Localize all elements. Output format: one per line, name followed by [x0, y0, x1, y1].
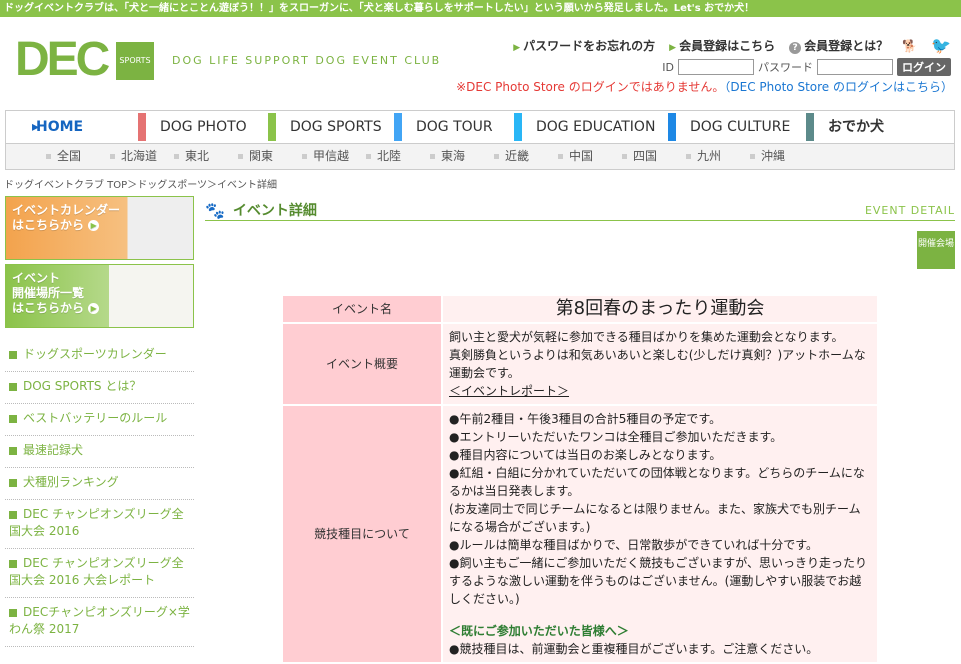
sidebar-menu: ドッグスポーツカレンダー DOG SPORTS とは？ ベストバッテリーのルール…: [5, 340, 194, 647]
dog-icon[interactable]: 🐕: [902, 39, 917, 53]
main-nav: HOME DOG PHOTO DOG SPORTS DOG TOUR DOG E…: [5, 110, 955, 170]
row-label: 競技種目について: [283, 406, 441, 662]
summary-line: 真剣勝負というよりは和気あいあいと楽しむ(少しだけ真剣？)アットホームな運動会で…: [449, 348, 866, 380]
event-report-link[interactable]: ＜イベントレポート＞: [449, 382, 871, 400]
banner-subtitle: はこちらから: [12, 218, 85, 232]
nav-home[interactable]: HOME: [6, 111, 138, 143]
main-content: 🐾 イベント詳細 EVENT DETAIL 開催会場 イベント名 第8回春のまっ…: [205, 200, 955, 662]
sidebar-item[interactable]: 最速記録犬: [5, 436, 194, 468]
region-link[interactable]: 四国: [622, 144, 686, 168]
rule-line: (お友達同士で同じチームになるとは限りません。また、家族犬でも別チームになる場合…: [449, 502, 861, 534]
login-form: ID パスワード ログイン: [662, 58, 951, 76]
rule-line: ●競技種目は、前運動会と重複種目がございます。ご注意ください。: [449, 642, 819, 656]
table-row: イベント名 第8回春のまったり運動会: [283, 296, 877, 322]
arrow-icon: ▶: [88, 220, 100, 231]
banner-title: 開催場所一覧: [12, 286, 85, 300]
row-label: イベント概要: [283, 324, 441, 404]
sidebar-item[interactable]: DECチャンピオンズリーグ×学わん祭 2017: [5, 598, 194, 647]
event-name: 第8回春のまったり運動会: [443, 296, 877, 322]
rule-line: ●ルールは簡単な種目ばかりで、日常散歩ができていれば十分です。: [449, 538, 819, 552]
region-link[interactable]: 九州: [686, 144, 750, 168]
region-link[interactable]: 近畿: [494, 144, 558, 168]
photo-store-login-link[interactable]: （DEC Photo Store のログインはこちら）: [724, 80, 953, 94]
sidebar-item[interactable]: DOG SPORTS とは？: [5, 372, 194, 404]
forgot-password-link[interactable]: パスワードをお忘れの方: [513, 37, 655, 54]
event-calendar-banner[interactable]: イベントカレンダー はこちらから ▶: [5, 196, 194, 260]
rule-line: ●午前2種目・午後3種目の合計5種目の予定です。: [449, 412, 722, 426]
sidebar-item[interactable]: ドッグスポーツカレンダー: [5, 340, 194, 372]
warning-text: ※DEC Photo Store のログインではありません。: [456, 80, 725, 94]
slogan-text: ドッグイベントクラブは、「犬と一緒にとことん遊ぼう！！」をスローガンに、「犬と楽…: [4, 3, 755, 14]
summary-line: 飼い主と愛犬が気軽に参加できる種目ばかりを集めた運動会となります。: [449, 330, 844, 344]
event-table: イベント名 第8回春のまったり運動会 イベント概要 飼い主と愛犬が気軽に参加でき…: [281, 294, 879, 664]
page-title-en: EVENT DETAIL: [864, 203, 955, 217]
region-link[interactable]: 関東: [238, 144, 302, 168]
region-link[interactable]: 東北: [174, 144, 238, 168]
table-row: 競技種目について ●午前2種目・午後3種目の合計5種目の予定です。 ●エントリー…: [283, 406, 877, 662]
region-link[interactable]: 全国: [46, 144, 110, 168]
arrow-icon: ▶: [88, 303, 100, 314]
nav-odekaken[interactable]: おでか犬: [806, 111, 932, 143]
region-link[interactable]: 沖縄: [750, 144, 814, 168]
region-link[interactable]: 北陸: [366, 144, 430, 168]
nav-dog-photo[interactable]: DOG PHOTO: [138, 111, 268, 143]
region-link[interactable]: 甲信越: [302, 144, 366, 168]
register-link[interactable]: 会員登録はこちら: [669, 37, 775, 54]
nav-dog-tour[interactable]: DOG TOUR: [394, 111, 514, 143]
sports-badge: SPORTS: [116, 42, 154, 80]
logo-text: DEC: [15, 33, 110, 86]
login-notice: ※DEC Photo Store のログインではありません。（DEC Photo…: [456, 78, 953, 95]
sidebar-item[interactable]: ベストバッテリーのルール: [5, 404, 194, 436]
banner-title: イベント: [12, 271, 61, 285]
nav-dog-culture[interactable]: DOG CULTURE: [668, 111, 806, 143]
event-summary: 飼い主と愛犬が気軽に参加できる種目ばかりを集めた運動会となります。 真剣勝負とい…: [443, 324, 877, 404]
venue-button[interactable]: 開催会場: [917, 231, 955, 269]
rule-line: ●エントリーいただいたワンコは全種目ご参加いただきます。: [449, 430, 783, 444]
rule-line: ●種目内容については当日のお楽しみとなります。: [449, 448, 722, 462]
row-label: イベント名: [283, 296, 441, 322]
paw-icon: 🐾: [205, 200, 225, 220]
password-input[interactable]: [817, 59, 893, 75]
id-label: ID: [662, 60, 674, 74]
rule-line: ●飼い主もご一緒にご参加いただく競技もございますが、思いっきり走ったりするような…: [449, 556, 867, 606]
region-link[interactable]: 東海: [430, 144, 494, 168]
page-title: イベント詳細: [232, 203, 317, 219]
nav-dog-sports[interactable]: DOG SPORTS: [268, 111, 394, 143]
breadcrumb[interactable]: ドッグイベントクラブ TOP＞ドッグスポーツ＞イベント詳細: [4, 176, 277, 191]
rule-heading: ＜既にご参加いただいた皆様へ＞: [449, 624, 629, 638]
password-label: パスワード: [758, 61, 813, 74]
event-rules: ●午前2種目・午後3種目の合計5種目の予定です。 ●エントリーいただいたワンコは…: [443, 406, 877, 662]
venue-list-banner[interactable]: イベント 開催場所一覧 はこちらから ▶: [5, 264, 194, 328]
sidebar-item[interactable]: DEC チャンピオンズリーグ全国大会 2016 大会レポート: [5, 549, 194, 598]
top-banner: ドッグイベントクラブは、「犬と一緒にとことん遊ぼう！！」をスローガンに、「犬と楽…: [0, 0, 961, 17]
nav-dog-education[interactable]: DOG EDUCATION: [514, 111, 668, 143]
twitter-icon[interactable]: 🐦: [931, 36, 951, 55]
dec-logo[interactable]: DEC SPORTS: [15, 33, 154, 86]
login-button[interactable]: ログイン: [897, 58, 951, 76]
region-link[interactable]: 北海道: [110, 144, 174, 168]
sidebar-item[interactable]: DEC チャンピオンズリーグ全国大会 2016: [5, 500, 194, 549]
region-link[interactable]: 中国: [558, 144, 622, 168]
tagline: DOG LIFE SUPPORT DOG EVENT CLUB: [172, 54, 442, 67]
rule-line: ●紅組・白組に分かれていただいての団体戦となります。どちらのチームになるかは当日…: [449, 466, 865, 498]
table-row: イベント概要 飼い主と愛犬が気軽に参加できる種目ばかりを集めた運動会となります。…: [283, 324, 877, 404]
what-is-membership-link[interactable]: 会員登録とは？: [789, 37, 888, 54]
banner-subtitle: はこちらから: [12, 301, 85, 315]
header-links: パスワードをお忘れの方 会員登録はこちら 会員登録とは？ 🐕 🐦: [513, 36, 951, 55]
banner-title: イベントカレンダー: [12, 203, 121, 217]
id-input[interactable]: [678, 59, 754, 75]
sidebar-item[interactable]: 犬種別ランキング: [5, 468, 194, 500]
region-nav: 全国 北海道 東北 関東 甲信越 北陸 東海 近畿 中国 四国 九州 沖縄: [6, 144, 954, 168]
